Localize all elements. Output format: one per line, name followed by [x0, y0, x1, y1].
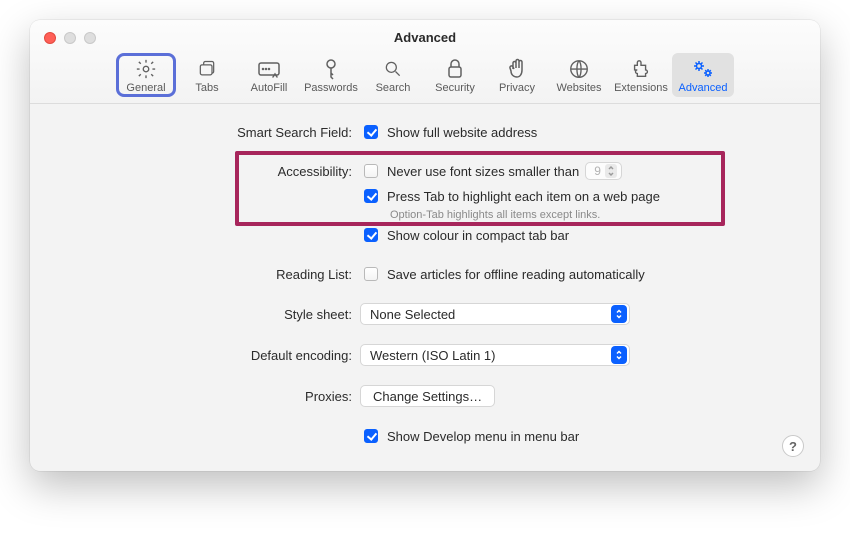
proxies-label: Proxies:: [60, 389, 360, 404]
compact-tab-colour-checkbox[interactable]: [364, 228, 378, 242]
smart-search-label: Smart Search Field:: [60, 125, 360, 140]
default-encoding-select[interactable]: Western (ISO Latin 1): [360, 344, 630, 366]
gears-icon: [689, 58, 717, 80]
tab-autofill[interactable]: AutoFill: [238, 53, 300, 97]
lock-icon: [441, 58, 469, 80]
min-font-checkbox[interactable]: [364, 164, 378, 178]
tab-label: Websites: [556, 82, 601, 94]
help-button[interactable]: ?: [782, 435, 804, 457]
tab-extensions[interactable]: Extensions: [610, 53, 672, 97]
globe-icon: [565, 58, 593, 80]
hand-icon: [503, 58, 531, 80]
tab-general[interactable]: General: [116, 53, 176, 97]
tab-label: General: [126, 82, 165, 94]
tab-advanced[interactable]: Advanced: [672, 53, 734, 97]
show-develop-label: Show Develop menu in menu bar: [387, 429, 579, 444]
accessibility-label: Accessibility:: [60, 164, 360, 179]
preferences-tabs: General Tabs AutoFill Passwords: [30, 51, 820, 103]
gear-icon: [132, 58, 160, 80]
puzzle-icon: [627, 58, 655, 80]
window-title: Advanced: [30, 20, 820, 51]
tab-label: Tabs: [195, 82, 218, 94]
tabs-icon: [193, 58, 221, 80]
search-icon: [379, 58, 407, 80]
min-font-size-value: 9: [594, 164, 601, 178]
tab-label: Extensions: [614, 82, 668, 94]
show-full-url-label: Show full website address: [387, 125, 537, 140]
tab-label: AutoFill: [251, 82, 288, 94]
default-encoding-value: Western (ISO Latin 1): [370, 348, 495, 363]
min-font-size-select[interactable]: 9: [585, 162, 622, 180]
tab-label: Privacy: [499, 82, 535, 94]
compact-tab-colour-label: Show colour in compact tab bar: [387, 228, 569, 243]
show-full-url-checkbox[interactable]: [364, 125, 378, 139]
chevron-updown-icon: [611, 305, 627, 323]
content-area: Smart Search Field: Show full website ad…: [30, 104, 820, 471]
style-sheet-select[interactable]: None Selected: [360, 303, 630, 325]
tab-label: Search: [376, 82, 411, 94]
default-encoding-label: Default encoding:: [60, 348, 360, 363]
tab-label: Security: [435, 82, 475, 94]
window-controls: [44, 32, 96, 44]
tab-highlight-checkbox[interactable]: [364, 189, 378, 203]
tab-websites[interactable]: Websites: [548, 53, 610, 97]
chevron-updown-icon: [611, 346, 627, 364]
tab-privacy[interactable]: Privacy: [486, 53, 548, 97]
reading-list-label: Reading List:: [60, 267, 360, 282]
tab-passwords[interactable]: Passwords: [300, 53, 362, 97]
preferences-window: Advanced General Tabs AutoFill: [30, 20, 820, 471]
close-icon[interactable]: [44, 32, 56, 44]
style-sheet-label: Style sheet:: [60, 307, 360, 322]
show-develop-checkbox[interactable]: [364, 429, 378, 443]
tab-tabs[interactable]: Tabs: [176, 53, 238, 97]
min-font-label: Never use font sizes smaller than: [387, 164, 579, 179]
key-icon: [317, 58, 345, 80]
save-offline-label: Save articles for offline reading automa…: [387, 267, 645, 282]
save-offline-checkbox[interactable]: [364, 267, 378, 281]
tab-search[interactable]: Search: [362, 53, 424, 97]
minimize-icon[interactable]: [64, 32, 76, 44]
change-proxies-button[interactable]: Change Settings…: [360, 385, 495, 407]
titlebar: Advanced General Tabs AutoFill: [30, 20, 820, 104]
chevron-updown-icon: [605, 164, 617, 178]
tab-label: Passwords: [304, 82, 358, 94]
tab-highlight-label: Press Tab to highlight each item on a we…: [387, 189, 660, 204]
zoom-icon[interactable]: [84, 32, 96, 44]
style-sheet-value: None Selected: [370, 307, 455, 322]
tab-highlight-note: Option-Tab highlights all items except l…: [390, 209, 790, 221]
tab-label: Advanced: [679, 82, 728, 94]
tab-security[interactable]: Security: [424, 53, 486, 97]
autofill-icon: [255, 58, 283, 80]
